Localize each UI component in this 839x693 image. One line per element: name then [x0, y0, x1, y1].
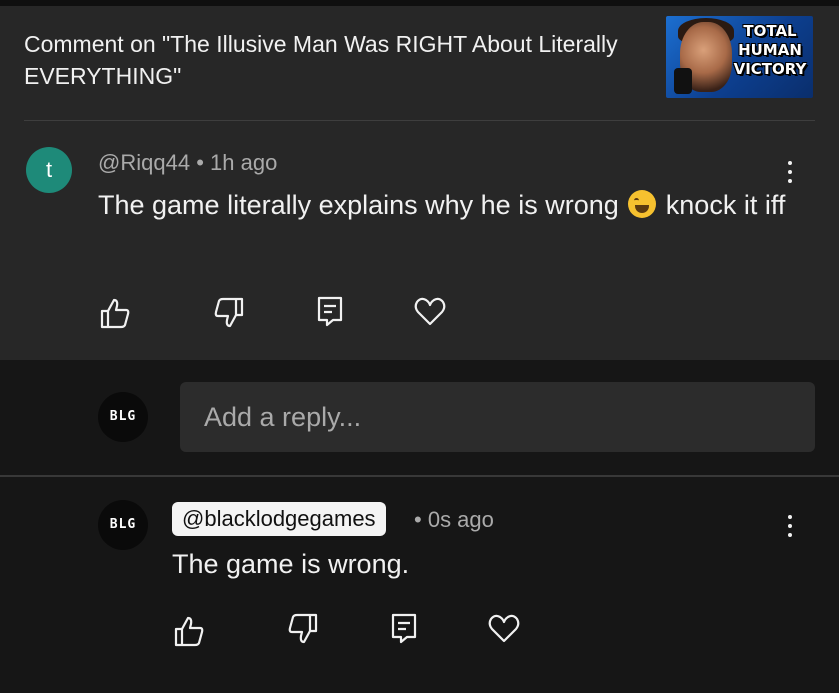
- comment-time: 1h ago: [210, 150, 278, 175]
- reply-avatar[interactable]: BLG: [98, 500, 148, 550]
- reply-divider: [0, 475, 839, 477]
- like-thumbs-up-icon[interactable]: [98, 296, 132, 330]
- meta-separator: •: [196, 150, 204, 175]
- reply-heart-icon[interactable]: [487, 612, 521, 646]
- reply-comment-icon[interactable]: [387, 611, 421, 645]
- comment-text-part2: knock it iff: [665, 190, 786, 220]
- reply-input[interactable]: Add a reply...: [180, 382, 815, 452]
- reply-dislike-thumbs-down-icon[interactable]: [286, 612, 320, 646]
- dislike-thumbs-down-icon[interactable]: [212, 296, 246, 330]
- meta-separator: •: [414, 507, 422, 532]
- reply-time: 0s ago: [427, 507, 494, 532]
- reply-more-options-icon[interactable]: [780, 511, 800, 541]
- reply-text: The game is wrong.: [172, 549, 410, 579]
- header-divider: [24, 120, 815, 121]
- video-thumbnail[interactable]: TOTAL HUMAN VICTORY: [666, 16, 813, 98]
- commenter-avatar[interactable]: t: [26, 147, 72, 193]
- reply-like-thumbs-up-icon[interactable]: [172, 614, 206, 648]
- heart-icon[interactable]: [413, 295, 447, 329]
- own-avatar[interactable]: BLG: [98, 392, 148, 442]
- thumbnail-microphone: [674, 68, 692, 94]
- comment-author[interactable]: @Riqq44: [98, 150, 190, 175]
- comment-text-part1: The game literally explains why he is wr…: [98, 190, 619, 220]
- reply-meta: • 0s ago: [414, 507, 494, 533]
- thumbnail-caption: TOTAL HUMAN VICTORY: [733, 22, 807, 78]
- comment-more-options-icon[interactable]: [780, 157, 800, 187]
- comment-meta: @Riqq44 • 1h ago: [98, 150, 277, 176]
- reply-author-chip[interactable]: @blacklodgegames: [172, 502, 386, 536]
- laughing-emoji-icon: [628, 190, 657, 218]
- reply-comment-icon[interactable]: [313, 294, 347, 328]
- comment-text: The game literally explains why he is wr…: [98, 185, 788, 225]
- video-title[interactable]: Comment on "The Illusive Man Was RIGHT A…: [24, 28, 654, 92]
